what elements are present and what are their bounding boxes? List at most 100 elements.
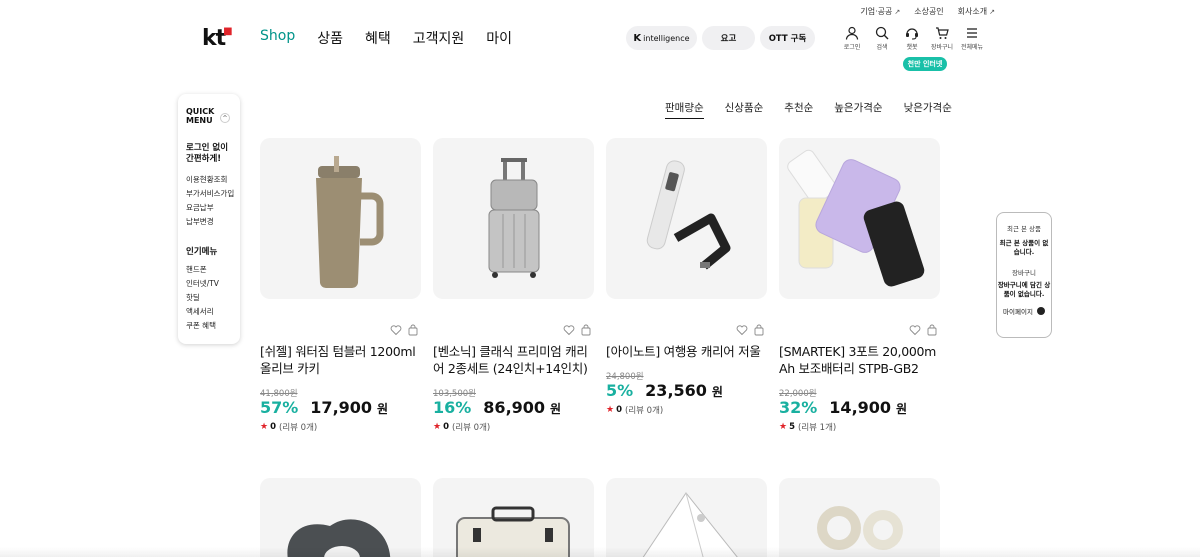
cart-empty: 장바구니에 담긴 상품이 없습니다. <box>997 281 1051 298</box>
review-summary: ★ 5 (리뷰 1개) <box>779 421 836 433</box>
search-button[interactable]: 검색 <box>870 26 894 51</box>
menu-button[interactable]: 전체메뉴 <box>960 26 984 51</box>
price-line: 57% 17,900 원 <box>260 398 388 417</box>
quick-links: 이용현황조회 부가서비스가입 요금납부 납부변경 <box>186 173 240 229</box>
product-name[interactable]: [아이노트] 여행용 캐리어 저울 <box>606 343 767 360</box>
popular-links: 핸드폰 인터넷/TV 핫딜 액세서리 쿠폰 혜택 <box>186 263 240 333</box>
discount-rate: 57% <box>260 398 299 417</box>
discount-rate: 16% <box>433 398 472 417</box>
chatbot-button[interactable]: 챗봇 <box>900 26 924 51</box>
star-icon: ★ <box>433 422 442 432</box>
discount-rate: 32% <box>779 398 818 417</box>
bag-icon[interactable] <box>407 324 419 336</box>
kt-logo[interactable]: kt■ <box>202 26 234 51</box>
nav-support[interactable]: 고객지원 <box>413 28 465 48</box>
util-link-business[interactable]: 기업·공공 ↗ <box>860 6 900 17</box>
sort-high-price[interactable]: 높은가격순 <box>834 100 882 119</box>
yogo-button[interactable]: 요고 <box>702 26 755 50</box>
quick-link-usage[interactable]: 이용현황조회 <box>186 173 240 187</box>
sort-newest[interactable]: 신상품순 <box>725 100 764 119</box>
product-image-carrier-set[interactable] <box>433 138 594 299</box>
currency-unit: 원 <box>896 402 908 416</box>
product-name[interactable]: [벤소닉] 클래식 프리미엄 캐리어 2종세트 (24인치+14인치) <box>433 343 594 377</box>
product-actions <box>563 324 592 336</box>
carrier-illustration <box>488 158 540 278</box>
chevron-up-icon[interactable]: ^ <box>220 113 230 123</box>
sale-price: 14,900 <box>829 398 892 417</box>
nav-my[interactable]: 마이 <box>486 28 512 48</box>
external-link-icon: ↗ <box>894 8 901 16</box>
product-image-fan[interactable] <box>779 478 940 557</box>
currency-unit: 원 <box>550 402 562 416</box>
quick-login-prompt: 로그인 없이 간편하게! <box>186 143 229 164</box>
recent-title: 최근 본 상품 <box>1006 225 1042 233</box>
k-intelligence-button[interactable]: Kintelligence <box>626 26 697 50</box>
quick-link-payment-change[interactable]: 납부변경 <box>186 215 240 229</box>
recent-panel: 최근 본 상품 최근 본 상품이 없습니다. 장바구니 장바구니에 담긴 상품이… <box>996 212 1052 338</box>
review-summary: ★ 0 (리뷰 0개) <box>606 404 663 416</box>
product-image-carrier[interactable] <box>433 478 594 557</box>
popular-link-coupon[interactable]: 쿠폰 혜택 <box>186 319 240 333</box>
sort-low-price[interactable]: 낮은가격순 <box>904 100 952 119</box>
product-image-tumbler[interactable] <box>260 138 421 299</box>
heart-icon[interactable] <box>736 324 748 336</box>
product-image-power-bank[interactable] <box>779 138 940 299</box>
popular-link-accessory[interactable]: 액세서리 <box>186 305 240 319</box>
product-image-tent[interactable] <box>606 478 767 557</box>
review-count: (리뷰 0개) <box>279 423 318 433</box>
powerbank-illustration <box>787 149 925 287</box>
popular-menu-title: 인기메뉴 <box>186 247 218 257</box>
heart-icon[interactable] <box>909 324 921 336</box>
internet-badge[interactable]: 천만 인터넷 <box>903 57 947 71</box>
product-card[interactable]: [SMARTEK] 3포트 20,000mAh 보조배터리 STPB-GB2 2… <box>779 138 940 468</box>
popular-link-phone[interactable]: 핸드폰 <box>186 263 240 277</box>
tumbler-illustration <box>316 156 384 289</box>
external-link-icon: ↗ <box>989 8 995 16</box>
product-card[interactable]: [쉬젤] 워터짐 텀블러 1200ml 올리브 카키 41,800원 57% 1… <box>260 138 421 468</box>
product-image-luggage-scale[interactable] <box>606 138 767 299</box>
discount-rate: 5% <box>606 381 634 400</box>
currency-unit: 원 <box>711 385 723 399</box>
nav-benefits[interactable]: 혜택 <box>365 28 391 48</box>
product-name[interactable]: [SMARTEK] 3포트 20,000mAh 보조배터리 STPB-GB2 <box>779 343 940 377</box>
heart-icon[interactable] <box>390 324 402 336</box>
product-card[interactable]: [아이노트] 여행용 캐리어 저울 24,800원 5% 23,560 원 ★ … <box>606 138 767 468</box>
bag-icon[interactable] <box>926 324 938 336</box>
popular-link-hotdeal[interactable]: 핫딜 <box>186 291 240 305</box>
rating-value: 0 <box>270 422 276 432</box>
product-grid: [쉬젤] 워터짐 텀블러 1200ml 올리브 카키 41,800원 57% 1… <box>260 138 940 468</box>
cart-button[interactable]: 장바구니 <box>930 26 954 51</box>
product-card[interactable]: [벤소닉] 클래식 프리미엄 캐리어 2종세트 (24인치+14인치) 103,… <box>433 138 594 468</box>
bag-icon[interactable] <box>753 324 765 336</box>
quick-link-addon[interactable]: 부가서비스가입 <box>186 187 240 201</box>
product-image-cushion[interactable] <box>260 478 421 557</box>
sort-recommended[interactable]: 추천순 <box>784 100 813 119</box>
nav-shop[interactable]: Shop <box>260 28 295 48</box>
cart-title: 장바구니 <box>1012 269 1036 277</box>
nav-products[interactable]: 상품 <box>317 28 343 48</box>
login-icon <box>845 26 859 40</box>
product-name[interactable]: [쉬젤] 워터짐 텀블러 1200ml 올리브 카키 <box>260 343 421 377</box>
sale-price: 86,900 <box>483 398 546 417</box>
recent-empty: 최근 본 상품이 없습니다. <box>999 239 1049 256</box>
review-summary: ★ 0 (리뷰 0개) <box>260 421 317 433</box>
ott-button[interactable]: OTT 구독 <box>760 26 815 50</box>
quick-link-payment[interactable]: 요금납부 <box>186 201 240 215</box>
quick-menu: QUICK MENU ^ 로그인 없이 간편하게! 이용현황조회 부가서비스가입 요… <box>178 94 240 344</box>
popular-link-internet-tv[interactable]: 인터넷/TV <box>186 277 240 291</box>
product-actions <box>736 324 765 336</box>
heart-icon[interactable] <box>563 324 575 336</box>
arrow-circle-icon <box>1036 307 1045 315</box>
util-link-smallbiz[interactable]: 소상공인 <box>914 6 943 17</box>
bag-icon[interactable] <box>580 324 592 336</box>
mypage-link[interactable]: 마이페이지 <box>997 306 1051 316</box>
product-row-2 <box>260 478 940 557</box>
utility-links: 기업·공공 ↗ 소상공인 회사소개 ↗ <box>860 6 995 17</box>
product-actions <box>909 324 938 336</box>
util-link-company[interactable]: 회사소개 ↗ <box>958 6 995 17</box>
sort-sales[interactable]: 판매량순 <box>665 100 704 119</box>
header-icons: 로그인 검색 챗봇 장바구니 전체메뉴 <box>840 26 990 51</box>
search-label: 검색 <box>876 44 888 51</box>
login-button[interactable]: 로그인 <box>840 26 864 51</box>
search-icon <box>875 26 889 40</box>
